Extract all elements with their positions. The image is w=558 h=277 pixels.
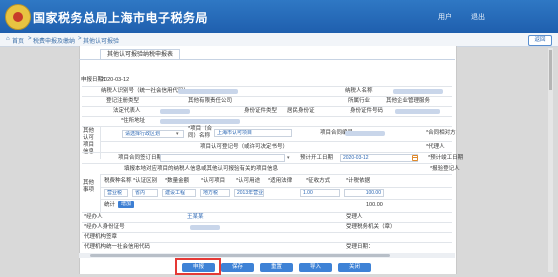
address-value xyxy=(160,119,240,124)
project-name-input[interactable]: 上海市认可项目 xyxy=(214,129,292,137)
add-row-button[interactable]: 增加 xyxy=(118,201,135,208)
calendar-icon[interactable] xyxy=(412,155,418,161)
import-button[interactable]: 导入 xyxy=(299,263,332,272)
close-button[interactable]: 关闭 xyxy=(338,263,371,272)
table-scrollbar-thumb[interactable] xyxy=(90,254,390,257)
col-law: *适用法律 xyxy=(268,178,293,184)
col-region: *认证区别 xyxy=(133,178,158,184)
industry-label: 所属行业 xyxy=(348,98,371,104)
row-project-select[interactable]: 地方税 xyxy=(200,189,230,197)
user-name[interactable]: 用户 xyxy=(438,12,452,22)
contract-party-label: *合同相对方 xyxy=(426,130,456,136)
col-amount: *数量金额 xyxy=(165,178,190,184)
id-no-value xyxy=(395,109,440,114)
contract-date-label: 项目合同签订日期 xyxy=(118,155,163,161)
handler-value: 王某某 xyxy=(187,214,204,220)
receiver-label: 受理人 xyxy=(346,214,363,220)
contract-date-input[interactable] xyxy=(160,154,285,162)
project-name-label: *项目（合同）名称 xyxy=(188,126,213,139)
home-icon[interactable]: ⌂ xyxy=(6,36,10,42)
chevron-down-icon: ▾ xyxy=(176,131,179,137)
row-usage-select[interactable]: 2013年营业税 xyxy=(234,189,264,197)
row-tax-select[interactable]: 营业税 xyxy=(104,189,128,197)
receive-date-label: 受理日期： xyxy=(346,244,374,250)
top-bar: 国家税务总局上海市电子税务局 用户 退出 xyxy=(0,0,558,33)
col-project: *认可项目 xyxy=(201,178,226,184)
app-title: 国家税务总局上海市电子税务局 xyxy=(33,11,209,25)
registration-no-label: 项目认可登记号（或许可决定书号） xyxy=(200,144,289,150)
legal-rep-value xyxy=(160,109,190,114)
registrant-label: *报验登记人 xyxy=(430,166,460,172)
handler-id-label: *经办人身份证号 xyxy=(84,224,125,230)
contract-no-value xyxy=(345,131,385,136)
end-date-label: *预计竣工日期 xyxy=(428,155,464,161)
page-scrollbar-thumb[interactable] xyxy=(549,50,552,90)
chevron-down-icon: ▾ xyxy=(287,155,290,161)
agency-code-label: 代理机构统一社会信用代码 xyxy=(84,244,151,250)
count-label: 统计 xyxy=(104,202,116,208)
reg-type-value: 其他有限责任公司 xyxy=(188,98,233,104)
address-label: *住所地址 xyxy=(121,118,146,124)
save-button[interactable]: 保存 xyxy=(221,263,254,272)
start-date-input[interactable]: 2020-03-12 xyxy=(340,154,418,162)
row-levy-input[interactable]: 1.00 xyxy=(300,189,340,197)
reset-button[interactable]: 重置 xyxy=(260,263,293,272)
industry-value: 其他企业管理服务 xyxy=(386,98,431,104)
total-value: 100.00 xyxy=(366,202,383,208)
taxpayer-id-value xyxy=(178,89,238,94)
taxpayer-name-label: 纳税人名称 xyxy=(345,88,373,94)
tax-emblem-logo xyxy=(5,4,31,30)
taxpayer-id-label: 纳税人识别号（统一社会信用代码） xyxy=(101,88,190,94)
col-basis: *计税依据 xyxy=(346,178,371,184)
row-basis-input[interactable]: 100.00 xyxy=(344,189,384,197)
col-tax-name: 税费种名称 xyxy=(104,178,132,184)
back-button[interactable]: 返回 xyxy=(528,35,552,46)
logout-link[interactable]: 退出 xyxy=(471,12,485,22)
apply-date-value: 2020-03-12 xyxy=(101,77,130,83)
handler-label: *经办人 xyxy=(84,214,103,220)
legal-rep-label: 法定代表人 xyxy=(113,108,141,114)
highlight-box xyxy=(175,258,221,275)
breadcrumb-level1[interactable]: 税费申报及缴纳 xyxy=(33,36,75,45)
agency-seal-label: 代理机构签章 xyxy=(84,234,118,240)
id-no-label: 身份证件号码 xyxy=(350,108,384,114)
breadcrumb-level2: 其他认可报验 xyxy=(83,39,120,45)
start-date-label: 预计开工日期 xyxy=(300,155,334,161)
item-label: 其他事项 xyxy=(83,180,95,193)
reg-type-label: 登记注册类型 xyxy=(106,98,140,104)
row-amount-input[interactable]: 建设工程 xyxy=(162,189,196,197)
row-region-select[interactable]: 省内 xyxy=(132,189,158,197)
col-levy: *征收方式 xyxy=(306,178,331,184)
receive-org-label: 受理税务机关（章） xyxy=(346,224,396,230)
agent-label: *代理人 xyxy=(426,144,445,150)
id-type-label: 身份证件类型 xyxy=(244,108,278,114)
region-select[interactable]: 请选择行政区划 xyxy=(122,130,184,138)
handler-id-value xyxy=(190,225,220,230)
public-note-label: 填报本地对应项目的纳税人信息或其他认可报验有关的项目信息 xyxy=(124,166,279,172)
col-usage: *认可用途 xyxy=(236,178,261,184)
id-type-value: 居民身份证 xyxy=(287,108,315,114)
breadcrumb-home[interactable]: 首页 xyxy=(12,36,24,45)
breadcrumb: ⌂ 首页 > 税费申报及缴纳 > 其他认可报验 xyxy=(0,33,558,47)
taxpayer-name-value xyxy=(393,89,443,94)
